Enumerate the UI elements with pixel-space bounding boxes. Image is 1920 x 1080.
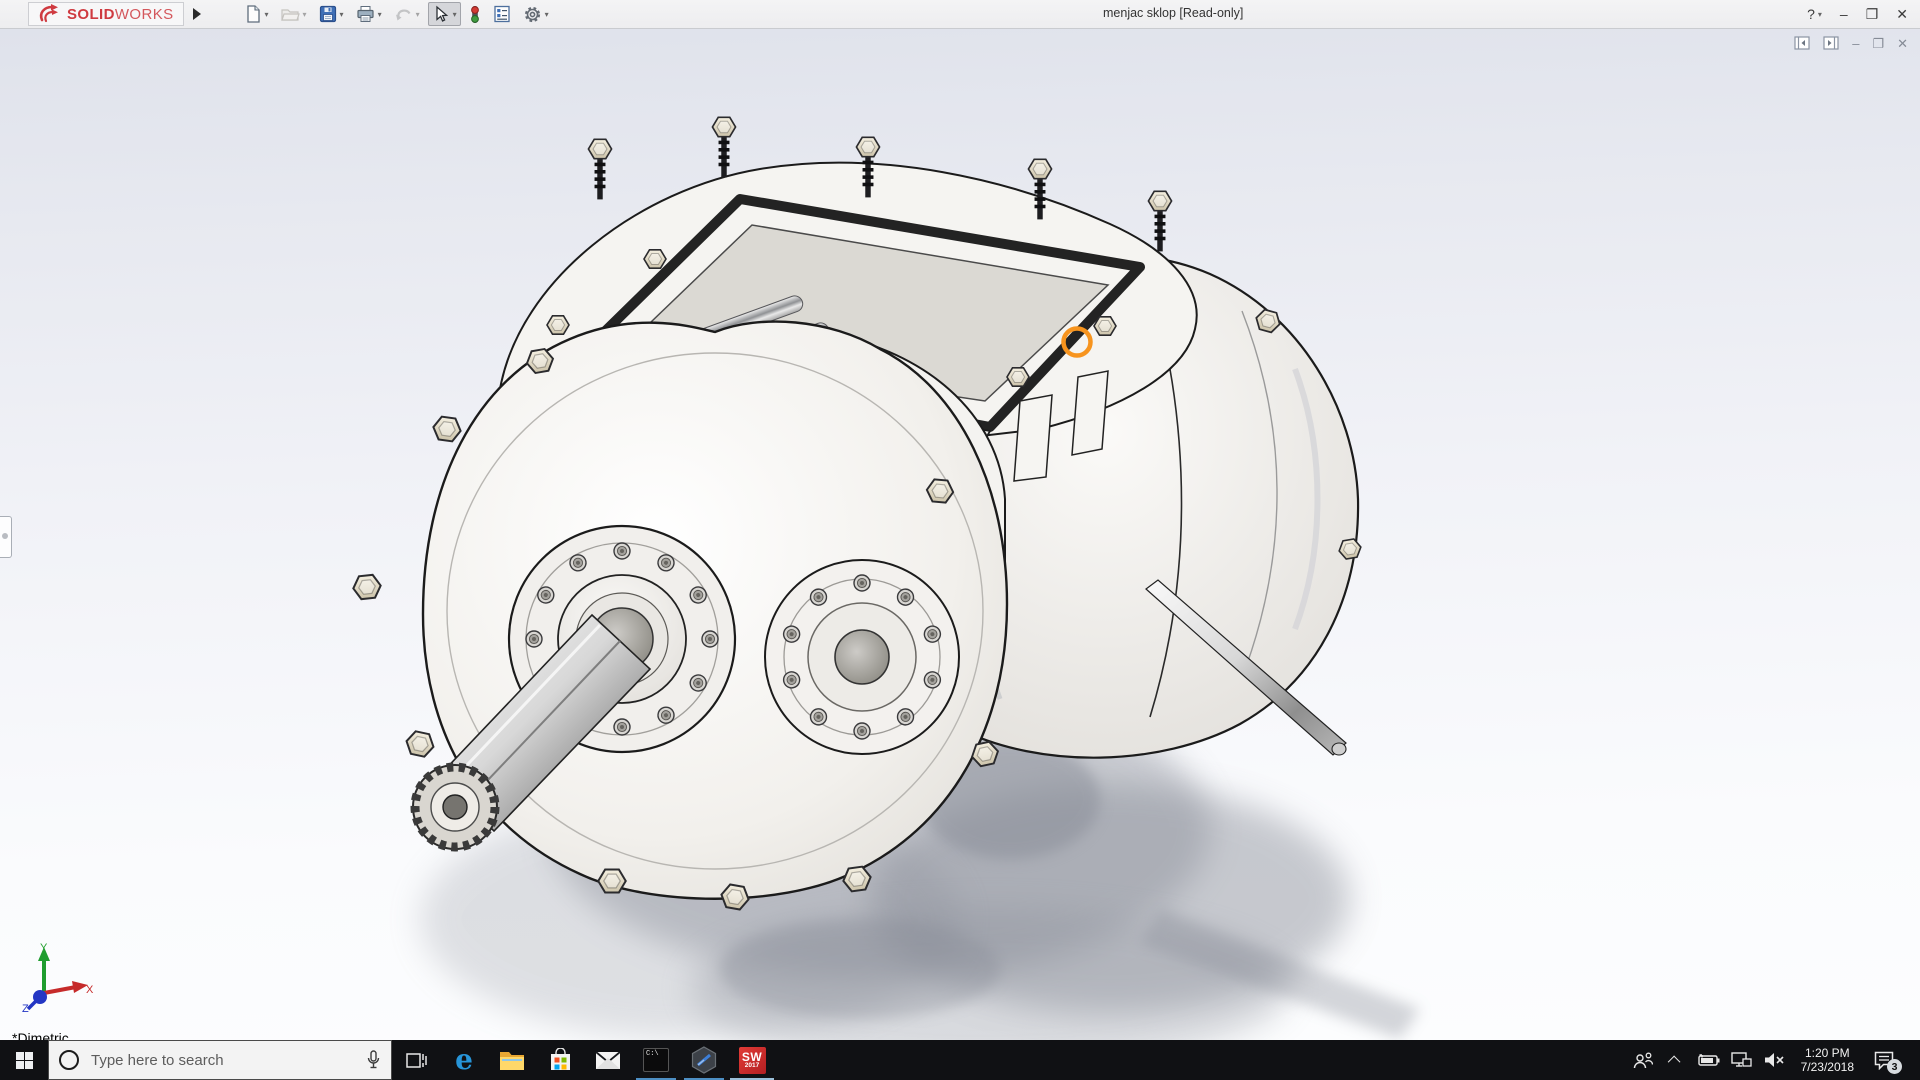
main-toolbar: ▾ ▾ ▾ ▾ ▾ ▾ ▾ bbox=[240, 2, 553, 27]
orientation-triad: Y X Z bbox=[14, 941, 94, 1013]
doc-restore-button[interactable]: ❐ bbox=[1872, 37, 1884, 50]
people-button[interactable] bbox=[1630, 1040, 1656, 1080]
search-input[interactable] bbox=[89, 1051, 356, 1070]
solidworks-logo[interactable]: SOLIDWORKS bbox=[28, 2, 184, 26]
next-pane-icon[interactable] bbox=[1823, 36, 1839, 50]
window-controls: ?▾ – ❐ ✕ bbox=[1807, 0, 1908, 28]
undo-icon bbox=[394, 5, 413, 23]
clock-time: 1:20 PM bbox=[1801, 1046, 1854, 1060]
mail-icon bbox=[595, 1051, 621, 1070]
solidworks-logo-icon bbox=[38, 4, 62, 24]
edge-icon: e bbox=[455, 1046, 473, 1074]
windows-taskbar: e C:\ SW2017 1:20 PM bbox=[0, 1040, 1920, 1080]
store-icon bbox=[549, 1048, 572, 1072]
new-document-button[interactable]: ▾ bbox=[240, 2, 273, 26]
clock-date: 7/23/2018 bbox=[1801, 1060, 1854, 1074]
doc-minimize-button[interactable]: – bbox=[1852, 37, 1859, 50]
open-button[interactable]: ▾ bbox=[277, 2, 311, 26]
print-button[interactable]: ▾ bbox=[352, 2, 386, 26]
solidworks-app-icon: SW2017 bbox=[739, 1047, 766, 1074]
feature-tree-collapse-tab[interactable] bbox=[0, 516, 12, 558]
dropdown-arrow-icon[interactable]: ▾ bbox=[1818, 10, 1822, 19]
system-tray: 1:20 PM 7/23/2018 3 bbox=[1630, 1040, 1920, 1080]
notification-badge: 3 bbox=[1887, 1059, 1902, 1074]
dropdown-arrow-icon[interactable]: ▾ bbox=[378, 10, 382, 19]
taskbar-app-command-prompt[interactable]: C:\ bbox=[632, 1040, 680, 1080]
gearbox-model[interactable] bbox=[0, 29, 1920, 1041]
network-button[interactable] bbox=[1729, 1040, 1755, 1080]
tray-expand-button[interactable] bbox=[1663, 1040, 1689, 1080]
microphone-icon[interactable] bbox=[366, 1050, 381, 1070]
window-title: menjac sklop [Read-only] bbox=[1103, 6, 1243, 20]
minimize-button[interactable]: – bbox=[1840, 7, 1848, 21]
dropdown-arrow-icon: ▾ bbox=[303, 10, 307, 19]
title-bar: SOLIDWORKS ▾ ▾ ▾ ▾ ▾ ▾ bbox=[0, 0, 1920, 29]
rebuild-button[interactable] bbox=[465, 2, 485, 27]
cortana-icon bbox=[59, 1050, 79, 1070]
help-button[interactable]: ?▾ bbox=[1807, 7, 1822, 21]
battery-button[interactable] bbox=[1696, 1040, 1722, 1080]
printer-icon bbox=[356, 5, 375, 23]
document-window-controls: – ❐ ✕ bbox=[1794, 36, 1908, 50]
open-folder-icon bbox=[281, 5, 300, 23]
task-view-button[interactable] bbox=[392, 1040, 440, 1080]
task-view-icon bbox=[406, 1051, 427, 1070]
dropdown-arrow-icon[interactable]: ▾ bbox=[545, 10, 549, 19]
triad-x-label: X bbox=[86, 984, 94, 996]
taskbar-app-mail[interactable] bbox=[584, 1040, 632, 1080]
close-button[interactable]: ✕ bbox=[1896, 7, 1908, 21]
people-icon bbox=[1633, 1052, 1653, 1069]
clock[interactable]: 1:20 PM 7/23/2018 bbox=[1795, 1046, 1860, 1074]
gear-icon bbox=[523, 5, 542, 24]
options-button[interactable]: ▾ bbox=[519, 2, 553, 27]
volume-muted-icon bbox=[1764, 1052, 1785, 1068]
doc-close-button[interactable]: ✕ bbox=[1897, 37, 1908, 50]
taskbar-search[interactable] bbox=[48, 1040, 392, 1080]
triad-y-label: Y bbox=[40, 942, 48, 954]
spline-end bbox=[413, 765, 497, 849]
hexagon-app-icon bbox=[691, 1046, 717, 1074]
dropdown-arrow-icon[interactable]: ▾ bbox=[453, 10, 457, 19]
select-cursor-icon bbox=[432, 5, 450, 23]
tab-dot bbox=[2, 533, 8, 539]
windows-logo-icon bbox=[16, 1052, 33, 1069]
dropdown-arrow-icon[interactable]: ▾ bbox=[340, 10, 344, 19]
rebuild-traffic-light-icon bbox=[469, 5, 481, 24]
dropdown-arrow-icon[interactable]: ▾ bbox=[265, 10, 269, 19]
file-properties-button[interactable] bbox=[489, 2, 515, 26]
previous-pane-icon[interactable] bbox=[1794, 36, 1810, 50]
battery-icon bbox=[1698, 1054, 1720, 1067]
menu-expand-arrow[interactable] bbox=[188, 2, 206, 26]
dropdown-arrow-icon: ▾ bbox=[416, 10, 420, 19]
file-properties-icon bbox=[493, 5, 511, 23]
taskbar-app-store[interactable] bbox=[536, 1040, 584, 1080]
chevron-up-icon bbox=[1668, 1055, 1681, 1068]
taskbar-app-solidworks[interactable]: SW2017 bbox=[728, 1040, 776, 1080]
brand-text: SOLIDWORKS bbox=[67, 6, 174, 23]
save-button[interactable]: ▾ bbox=[315, 2, 348, 26]
right-flange bbox=[765, 560, 959, 754]
network-icon bbox=[1731, 1052, 1752, 1069]
file-explorer-icon bbox=[499, 1049, 525, 1071]
start-button[interactable] bbox=[0, 1040, 48, 1080]
undo-button[interactable]: ▾ bbox=[390, 2, 424, 26]
new-document-icon bbox=[244, 5, 262, 23]
taskbar-app-edge[interactable]: e bbox=[440, 1040, 488, 1080]
save-floppy-icon bbox=[319, 5, 337, 23]
select-tool-button[interactable]: ▾ bbox=[428, 2, 461, 26]
command-prompt-icon: C:\ bbox=[643, 1048, 669, 1072]
taskbar-app-hexagon[interactable] bbox=[680, 1040, 728, 1080]
triad-z-label: Z bbox=[22, 1003, 29, 1013]
graphics-viewport[interactable]: – ❐ ✕ bbox=[0, 28, 1920, 1041]
restore-button[interactable]: ❐ bbox=[1866, 7, 1879, 21]
taskbar-app-file-explorer[interactable] bbox=[488, 1040, 536, 1080]
volume-button[interactable] bbox=[1762, 1040, 1788, 1080]
action-center-button[interactable]: 3 bbox=[1867, 1040, 1901, 1080]
